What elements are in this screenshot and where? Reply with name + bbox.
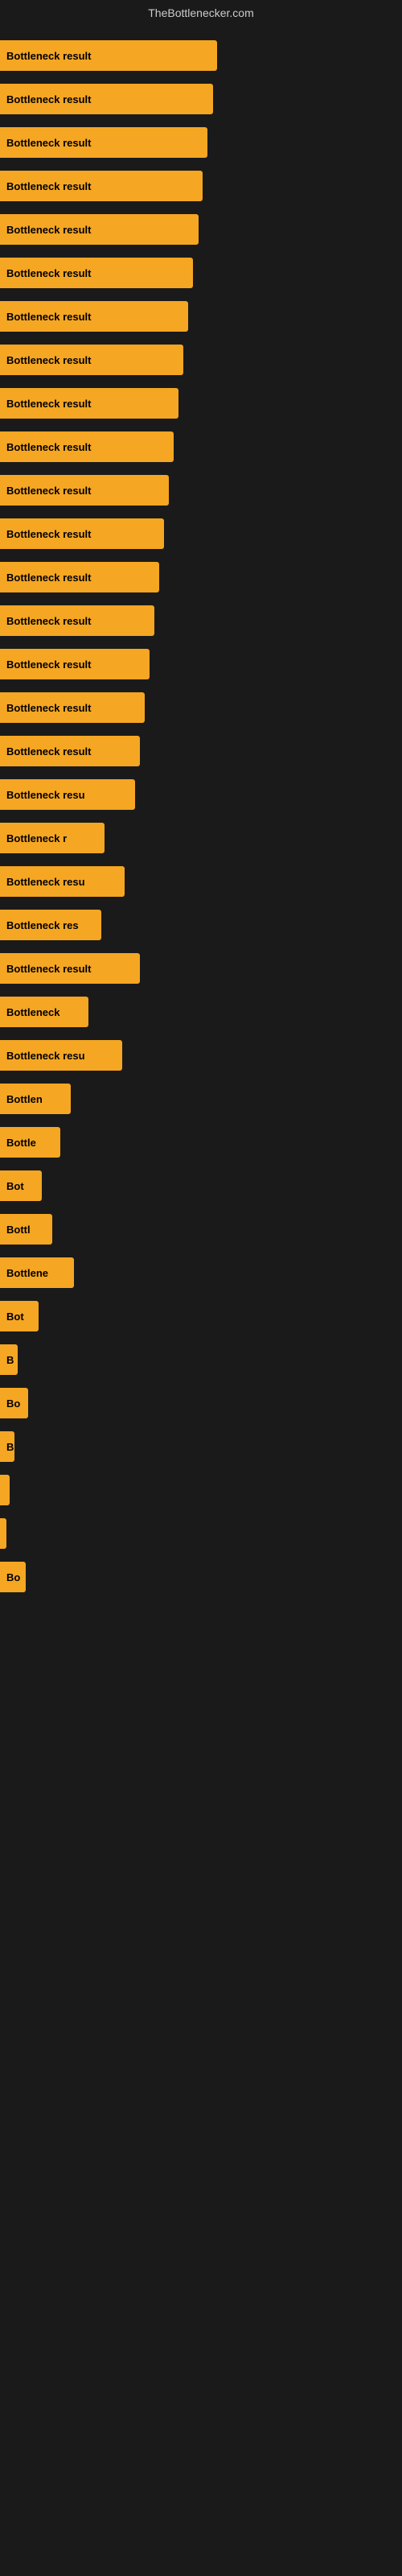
- bar-row: Bottleneck result: [0, 512, 402, 555]
- bottleneck-bar: Bottleneck result: [0, 562, 159, 592]
- bar-row: B: [0, 1338, 402, 1381]
- bar-row: [0, 1468, 402, 1512]
- bottleneck-bar: Bottleneck result: [0, 431, 174, 462]
- bottleneck-bar: [0, 1518, 6, 1549]
- bar-row: Bottleneck result: [0, 34, 402, 77]
- bar-row: Bottleneck result: [0, 555, 402, 599]
- bar-row: Bo: [0, 1555, 402, 1599]
- bottleneck-bar: Bottleneck: [0, 997, 88, 1027]
- bottleneck-bar: Bottleneck result: [0, 649, 150, 679]
- bottleneck-bar: Bo: [0, 1388, 28, 1418]
- site-title: TheBottlenecker.com: [0, 0, 402, 26]
- bar-row: Bottleneck result: [0, 947, 402, 990]
- bars-container: Bottleneck result Bottleneck result Bottle…: [0, 26, 402, 1607]
- bottleneck-bar: Bottleneck result: [0, 345, 183, 375]
- bar-row: Bottleneck result: [0, 164, 402, 208]
- bottleneck-bar: B: [0, 1431, 14, 1462]
- bottleneck-bar: Bottleneck result: [0, 301, 188, 332]
- bottleneck-bar: Bottleneck result: [0, 605, 154, 636]
- bar-row: Bottleneck result: [0, 295, 402, 338]
- bar-row: [0, 1512, 402, 1555]
- bottleneck-bar: Bot: [0, 1170, 42, 1201]
- bar-row: Bottleneck resu: [0, 1034, 402, 1077]
- bottleneck-bar: Bottlen: [0, 1084, 71, 1114]
- bar-row: Bottleneck resu: [0, 773, 402, 816]
- bar-row: Bottleneck result: [0, 208, 402, 251]
- bar-row: Bottleneck result: [0, 686, 402, 729]
- bottleneck-bar: Bottleneck resu: [0, 866, 125, 897]
- bar-row: Bottleneck result: [0, 251, 402, 295]
- bottleneck-bar: Bottleneck res: [0, 910, 101, 940]
- bottleneck-bar: Bottleneck result: [0, 518, 164, 549]
- bottleneck-bar: Bottleneck result: [0, 214, 199, 245]
- bottleneck-bar: Bottleneck result: [0, 84, 213, 114]
- bottleneck-bar: Bottleneck result: [0, 736, 140, 766]
- bar-row: Bot: [0, 1164, 402, 1208]
- bar-row: Bottleneck result: [0, 382, 402, 425]
- bar-row: Bottleneck resu: [0, 860, 402, 903]
- bottleneck-bar: Bottleneck result: [0, 258, 193, 288]
- bar-row: Bottle: [0, 1121, 402, 1164]
- bar-row: Bottleneck r: [0, 816, 402, 860]
- bottleneck-bar: Bo: [0, 1562, 26, 1592]
- bottleneck-bar: Bottleneck result: [0, 475, 169, 506]
- bottleneck-bar: Bottleneck resu: [0, 1040, 122, 1071]
- bar-row: Bottleneck result: [0, 77, 402, 121]
- bottleneck-bar: Bottleneck result: [0, 388, 178, 419]
- bar-row: Bottleneck result: [0, 599, 402, 642]
- bottleneck-bar: B: [0, 1344, 18, 1375]
- bottleneck-bar: Bottl: [0, 1214, 52, 1245]
- bottleneck-bar: Bottleneck resu: [0, 779, 135, 810]
- bottleneck-bar: Bottleneck result: [0, 40, 217, 71]
- bar-row: Bottleneck result: [0, 642, 402, 686]
- bar-row: Bottleneck result: [0, 425, 402, 469]
- bottleneck-bar: [0, 1475, 10, 1505]
- bottleneck-bar: Bottleneck result: [0, 953, 140, 984]
- bar-row: Bottleneck: [0, 990, 402, 1034]
- bar-row: Bottleneck result: [0, 469, 402, 512]
- bottleneck-bar: Bottleneck result: [0, 171, 203, 201]
- bar-row: Bottl: [0, 1208, 402, 1251]
- bottleneck-bar: Bottleneck r: [0, 823, 105, 853]
- bottleneck-bar: Bottlene: [0, 1257, 74, 1288]
- bar-row: Bottleneck res: [0, 903, 402, 947]
- bottleneck-bar: Bottleneck result: [0, 692, 145, 723]
- bar-row: Bottleneck result: [0, 121, 402, 164]
- bar-row: Bottleneck result: [0, 729, 402, 773]
- bottleneck-bar: Bot: [0, 1301, 39, 1331]
- bar-row: B: [0, 1425, 402, 1468]
- bar-row: Bottlen: [0, 1077, 402, 1121]
- bar-row: Bot: [0, 1294, 402, 1338]
- bottleneck-bar: Bottleneck result: [0, 127, 207, 158]
- bar-row: Bottleneck result: [0, 338, 402, 382]
- bottleneck-bar: Bottle: [0, 1127, 60, 1158]
- bar-row: Bo: [0, 1381, 402, 1425]
- bar-row: Bottlene: [0, 1251, 402, 1294]
